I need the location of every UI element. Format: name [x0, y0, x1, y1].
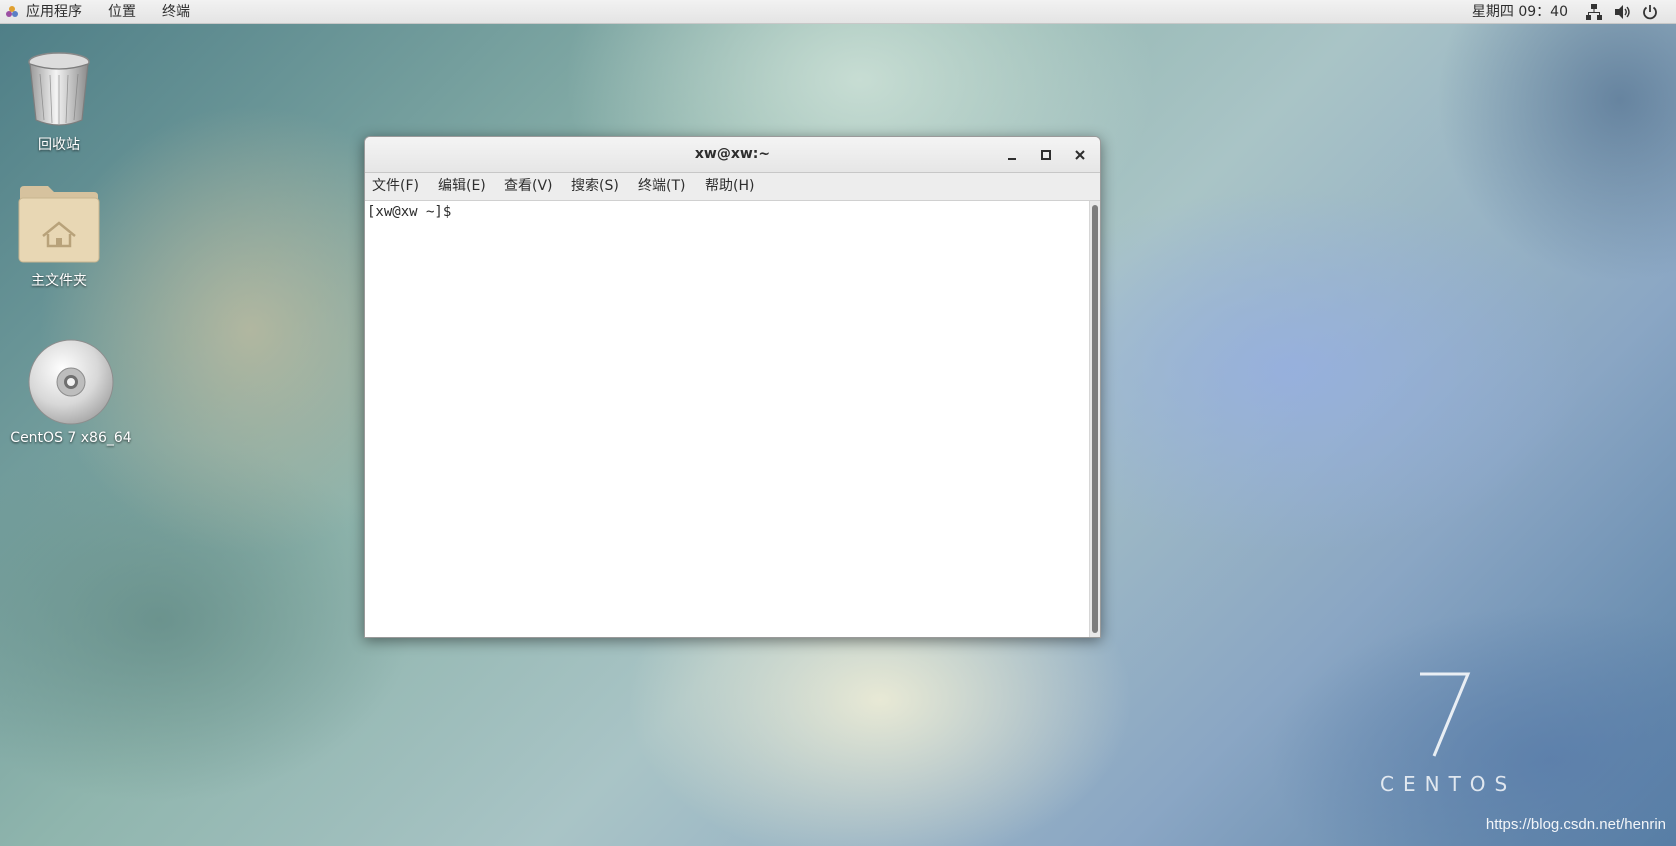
- menu-search[interactable]: 搜索(S): [565, 173, 625, 200]
- desktop-background: 应用程序 位置 终端 星期四 09：40 回收站 主文件夹 CentOS 7 x…: [0, 0, 1676, 846]
- menu-edit[interactable]: 编辑(E): [432, 173, 492, 200]
- network-icon[interactable]: [1585, 3, 1603, 21]
- trash-icon: [28, 52, 90, 126]
- centos-wordmark: CENTOS: [1380, 772, 1517, 796]
- applications-icon: [6, 6, 18, 17]
- desktop-icon-trash[interactable]: 回收站: [18, 50, 100, 154]
- watermark-url: https://blog.csdn.net/henrin: [1485, 816, 1666, 833]
- desktop-icon-label: 主文件夹: [31, 273, 87, 289]
- applications-menu[interactable]: 应用程序: [26, 2, 82, 22]
- desktop-icon-disc[interactable]: CentOS 7 x86_64: [8, 338, 134, 446]
- terminal-titlebar[interactable]: xw@xw:~: [365, 137, 1100, 173]
- power-icon[interactable]: [1641, 3, 1659, 21]
- terminal-window[interactable]: xw@xw:~ 文件(F) 编辑(E) 查看(V) 搜索(S) 终端(T) 帮助…: [364, 136, 1101, 638]
- panel-clock[interactable]: 星期四 09：40: [1472, 2, 1568, 22]
- desktop-icon-home[interactable]: 主文件夹: [14, 182, 104, 290]
- terminal-app-menu[interactable]: 终端: [162, 2, 190, 22]
- minimize-button[interactable]: [1002, 145, 1022, 165]
- menu-view[interactable]: 查看(V): [498, 173, 559, 200]
- window-title: xw@xw:~: [694, 146, 771, 162]
- menu-help[interactable]: 帮助(H): [699, 173, 760, 200]
- terminal-text-area[interactable]: [xw@xw ~]$: [365, 201, 1089, 637]
- desktop-icon-label: CentOS 7 x86_64: [10, 430, 132, 446]
- scrollbar-thumb[interactable]: [1092, 205, 1098, 633]
- places-menu[interactable]: 位置: [108, 2, 136, 22]
- centos-7-logo-mark: 7: [1412, 668, 1471, 757]
- terminal-menubar: 文件(F) 编辑(E) 查看(V) 搜索(S) 终端(T) 帮助(H): [365, 173, 1100, 201]
- close-button[interactable]: [1070, 145, 1090, 165]
- maximize-button[interactable]: [1036, 145, 1056, 165]
- top-panel: 应用程序 位置 终端 星期四 09：40: [0, 0, 1676, 24]
- disc-icon: [28, 339, 114, 425]
- svg-text:7: 7: [1412, 668, 1422, 672]
- volume-icon[interactable]: [1613, 3, 1631, 21]
- menu-file[interactable]: 文件(F): [366, 173, 425, 200]
- terminal-scrollbar[interactable]: [1089, 201, 1100, 637]
- menu-terminal[interactable]: 终端(T): [632, 173, 691, 200]
- desktop-icon-label: 回收站: [38, 137, 80, 153]
- home-folder-icon: [18, 186, 100, 263]
- shell-prompt: [xw@xw ~]$: [367, 204, 452, 220]
